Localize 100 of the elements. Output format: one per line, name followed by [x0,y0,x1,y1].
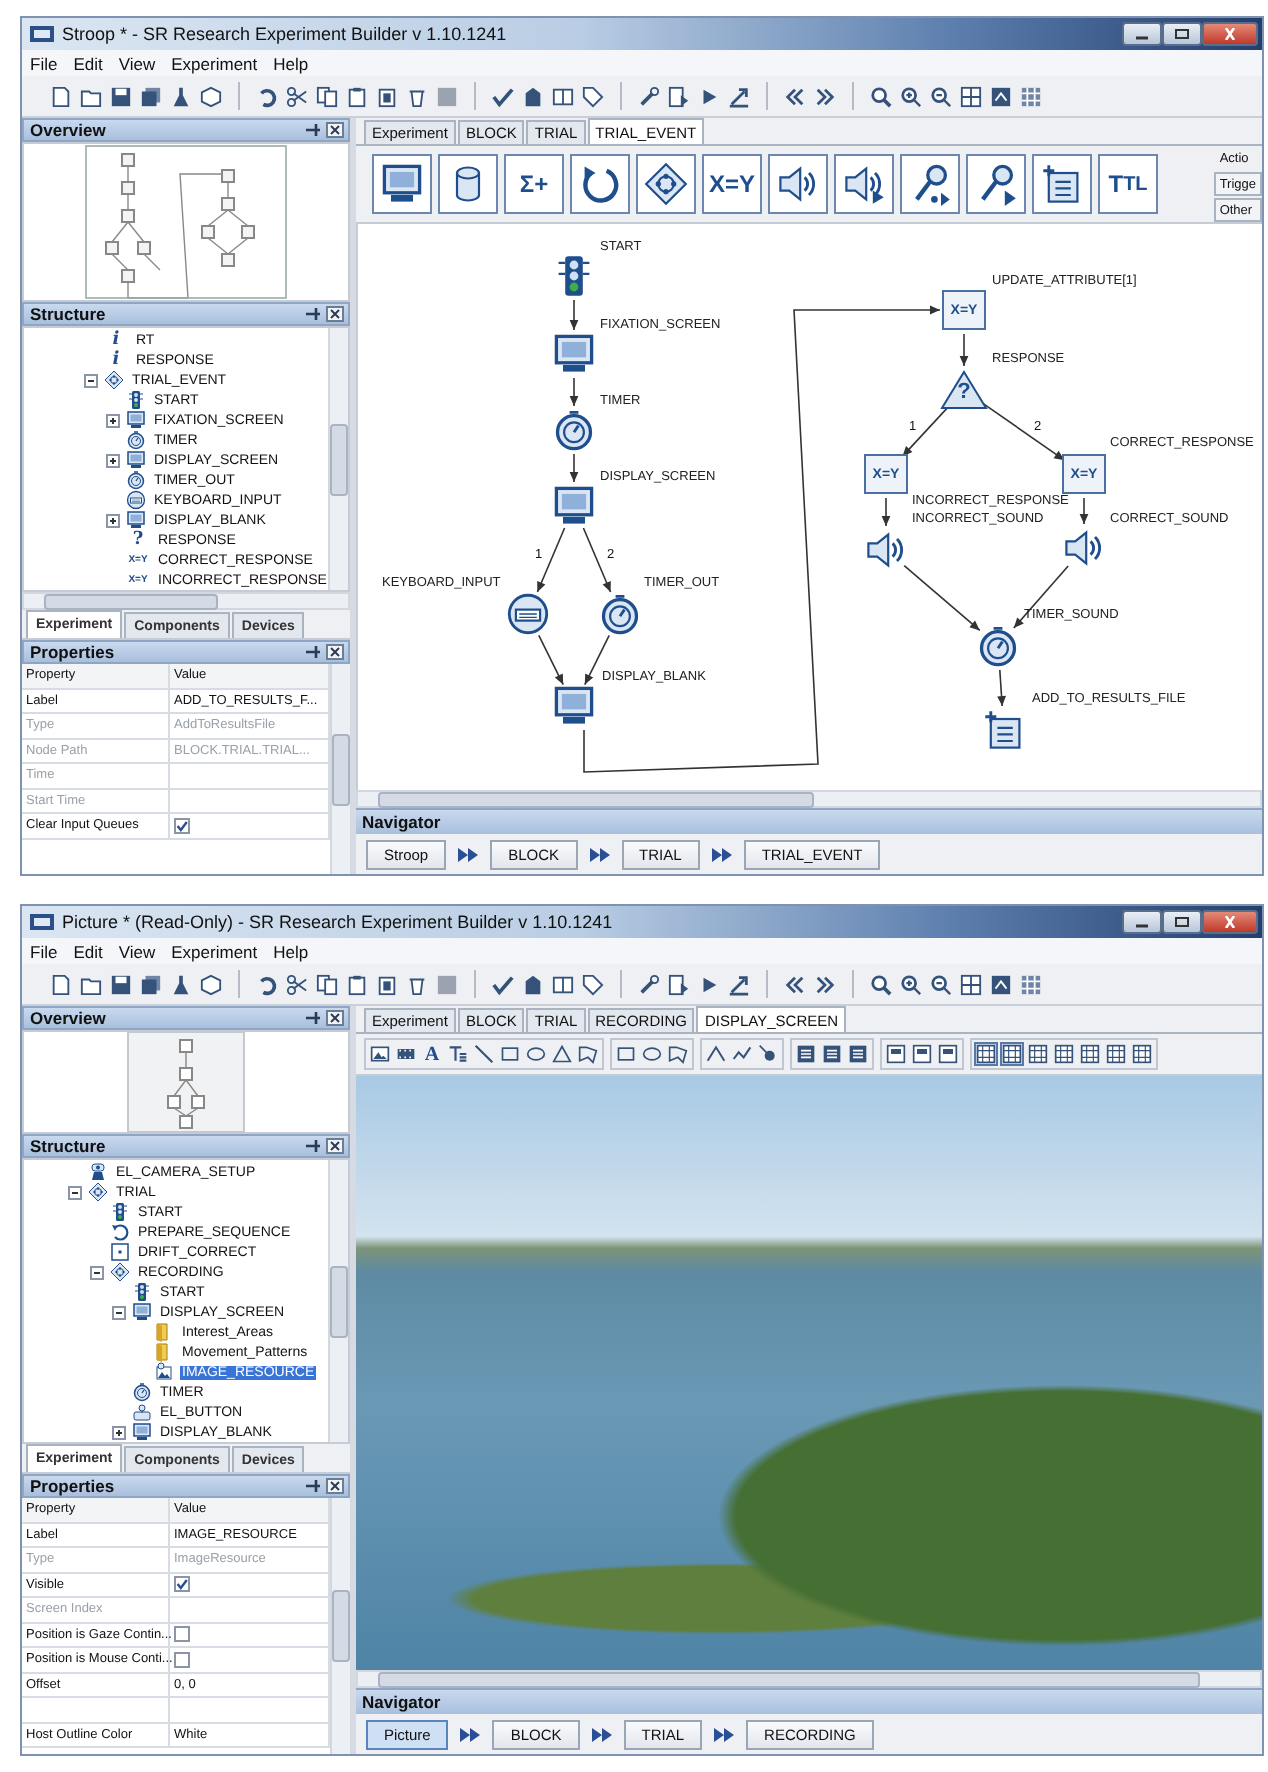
vertical-scrollbar[interactable] [330,1498,350,1754]
vertical-scrollbar[interactable] [328,1160,348,1442]
play-icon[interactable] [698,973,720,995]
pin-icon[interactable] [304,1478,322,1494]
horizontal-scrollbar[interactable] [356,1670,1262,1688]
book-icon[interactable] [552,973,574,995]
results-file-node[interactable] [982,708,1026,752]
keyboard-node[interactable] [506,592,550,636]
palette-button[interactable] [1032,154,1092,214]
polyline-tool-tool[interactable] [730,1042,754,1066]
text-tool[interactable]: A [420,1042,444,1066]
vertical-scrollbar[interactable] [328,328,348,590]
pin-icon[interactable] [304,1010,322,1026]
menu-item[interactable]: File [30,53,58,73]
monitor-node[interactable] [552,484,596,528]
close-icon[interactable] [326,122,344,138]
align-tool[interactable] [884,1042,908,1066]
menu-item[interactable]: Experiment [171,941,258,961]
close-button[interactable] [1202,910,1258,934]
book-icon[interactable] [552,85,574,107]
checkmark-icon[interactable] [492,85,514,107]
save-icon[interactable] [110,85,132,107]
rectangle-tool-tool[interactable] [614,1042,638,1066]
save-all-icon[interactable] [140,85,162,107]
zoom-out-icon[interactable] [930,85,952,107]
horizontal-scrollbar[interactable] [22,592,350,610]
stopwatch-node[interactable] [976,624,1020,668]
grid-tool[interactable] [1130,1042,1154,1066]
speaker-node[interactable] [864,528,908,572]
play-icon[interactable] [698,85,720,107]
double-left-chevron-icon[interactable] [784,85,806,107]
magnifier-icon[interactable] [870,973,892,995]
expand-toggle[interactable] [106,413,120,427]
cube-icon[interactable] [200,85,222,107]
trash-icon[interactable] [406,85,428,107]
expand-toggle[interactable] [106,513,120,527]
expand-toggle[interactable] [90,1265,104,1279]
align-tool[interactable] [910,1042,934,1066]
double-right-chevron-icon[interactable] [814,973,836,995]
grid-tool[interactable] [1078,1042,1102,1066]
grid-tool[interactable] [1000,1042,1024,1066]
page-play-icon[interactable] [668,973,690,995]
speaker-node[interactable] [1062,526,1106,570]
checkbox[interactable] [174,1651,190,1668]
palette-button[interactable] [768,154,828,214]
copy-icon[interactable] [316,85,338,107]
checkbox[interactable] [174,1576,190,1593]
horizontal-scrollbar[interactable] [356,790,1262,808]
pin-icon[interactable] [304,306,322,322]
rectangle-tool-tool[interactable] [498,1042,522,1066]
double-left-chevron-icon[interactable] [784,973,806,995]
save-icon[interactable] [110,973,132,995]
overview-drawing[interactable] [126,1030,246,1134]
close-icon[interactable] [326,644,344,660]
page-play-icon[interactable] [668,85,690,107]
question-node[interactable]: ? [940,370,988,410]
maximize-button[interactable] [1162,910,1202,934]
flask-icon[interactable] [170,85,192,107]
grid-tool[interactable] [1104,1042,1128,1066]
magnifier-icon[interactable] [870,85,892,107]
close-icon[interactable] [326,306,344,322]
arc-tool-tool[interactable] [704,1042,728,1066]
close-icon[interactable] [326,1478,344,1494]
monitor-node[interactable] [552,332,596,376]
grid-tool[interactable] [1026,1042,1050,1066]
double-right-chevron-icon[interactable] [814,85,836,107]
align-tool[interactable] [820,1042,844,1066]
save-all-icon[interactable] [140,973,162,995]
ellipse-tool-tool[interactable] [640,1042,664,1066]
clipboard-icon[interactable] [346,85,368,107]
undo-icon[interactable] [256,973,278,995]
palette-button[interactable] [636,154,696,214]
maximize-button[interactable] [1162,22,1202,46]
pin-icon[interactable] [304,1138,322,1154]
ellipse-tool-tool[interactable] [524,1042,548,1066]
palette-button[interactable] [372,154,432,214]
menu-item[interactable]: Edit [73,53,103,73]
building-icon[interactable] [522,85,544,107]
new-file-icon[interactable] [50,973,72,995]
checkbox[interactable] [174,1626,190,1643]
expand-toggle[interactable] [112,1425,126,1439]
vertical-scrollbar[interactable] [330,664,350,874]
align-tool[interactable] [794,1042,818,1066]
freeform-tool-tool[interactable] [576,1042,600,1066]
scissors-icon[interactable] [286,85,308,107]
copy-icon[interactable] [316,973,338,995]
clipboard-icon[interactable] [376,85,398,107]
zoom-out-icon[interactable] [930,973,952,995]
stopwatch-node[interactable] [552,408,596,452]
overview-drawing[interactable] [84,144,288,300]
expand-toggle[interactable] [106,453,120,467]
cube-icon[interactable] [200,973,222,995]
palette-button[interactable] [834,154,894,214]
minimize-button[interactable] [1122,22,1162,46]
export-icon[interactable] [728,973,750,995]
grid-tool[interactable] [1052,1042,1076,1066]
scissors-icon[interactable] [286,973,308,995]
menu-item[interactable]: View [118,941,156,961]
zoom-in-icon[interactable] [900,85,922,107]
palette-button[interactable] [438,154,498,214]
